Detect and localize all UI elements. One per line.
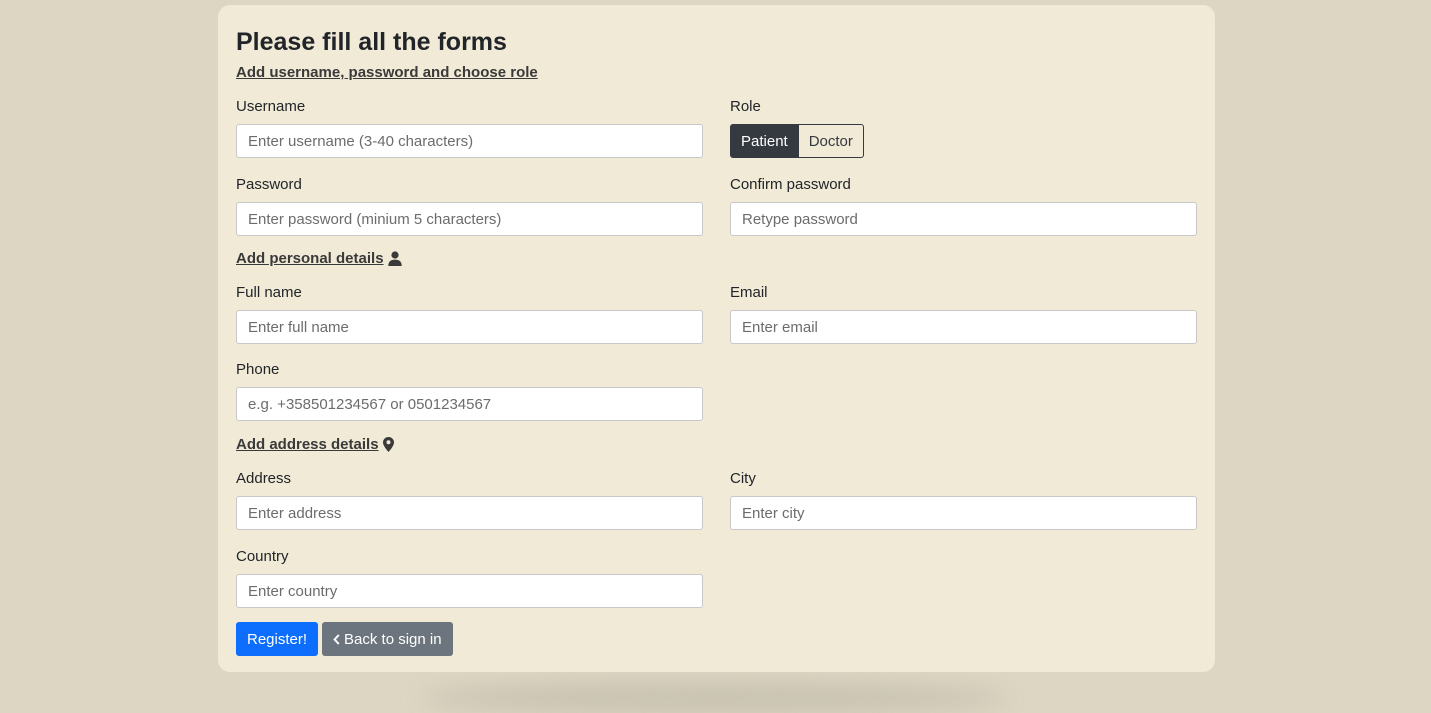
back-to-sign-in-button[interactable]: Back to sign in <box>322 622 453 656</box>
map-pin-icon <box>382 437 394 452</box>
chevron-left-icon <box>333 633 340 645</box>
section-link-account[interactable]: Add username, password and choose role <box>236 64 538 81</box>
address-label: Address <box>236 470 292 487</box>
email-label: Email <box>730 284 768 301</box>
back-to-sign-in-label: Back to sign in <box>344 630 442 648</box>
phone-label: Phone <box>236 361 280 378</box>
country-label: Country <box>236 548 289 565</box>
section-link-account-label: Add username, password and choose role <box>236 64 538 81</box>
background-shadow <box>420 683 1010 713</box>
city-input[interactable] <box>730 496 1197 530</box>
country-input[interactable] <box>236 574 703 608</box>
confirm-password-label: Confirm password <box>730 176 851 193</box>
user-icon <box>387 251 402 266</box>
full-name-label: Full name <box>236 284 302 301</box>
address-input[interactable] <box>236 496 703 530</box>
username-label: Username <box>236 98 306 115</box>
role-label: Role <box>730 98 761 115</box>
page-title: Please fill all the forms <box>236 28 507 56</box>
role-patient-button[interactable]: Patient <box>730 124 799 158</box>
username-input[interactable] <box>236 124 703 158</box>
role-toggle-group: Patient Doctor <box>730 124 1197 158</box>
registration-card: Please fill all the forms Add username, … <box>218 5 1215 672</box>
section-link-personal-label: Add personal details <box>236 250 384 267</box>
city-label: City <box>730 470 756 487</box>
phone-input[interactable] <box>236 387 703 421</box>
role-doctor-button[interactable]: Doctor <box>798 124 864 158</box>
email-input[interactable] <box>730 310 1197 344</box>
confirm-password-input[interactable] <box>730 202 1197 236</box>
password-input[interactable] <box>236 202 703 236</box>
password-label: Password <box>236 176 302 193</box>
full-name-input[interactable] <box>236 310 703 344</box>
section-link-personal[interactable]: Add personal details <box>236 250 402 267</box>
section-link-address[interactable]: Add address details <box>236 436 394 453</box>
register-button[interactable]: Register! <box>236 622 319 656</box>
section-link-address-label: Add address details <box>236 436 379 453</box>
